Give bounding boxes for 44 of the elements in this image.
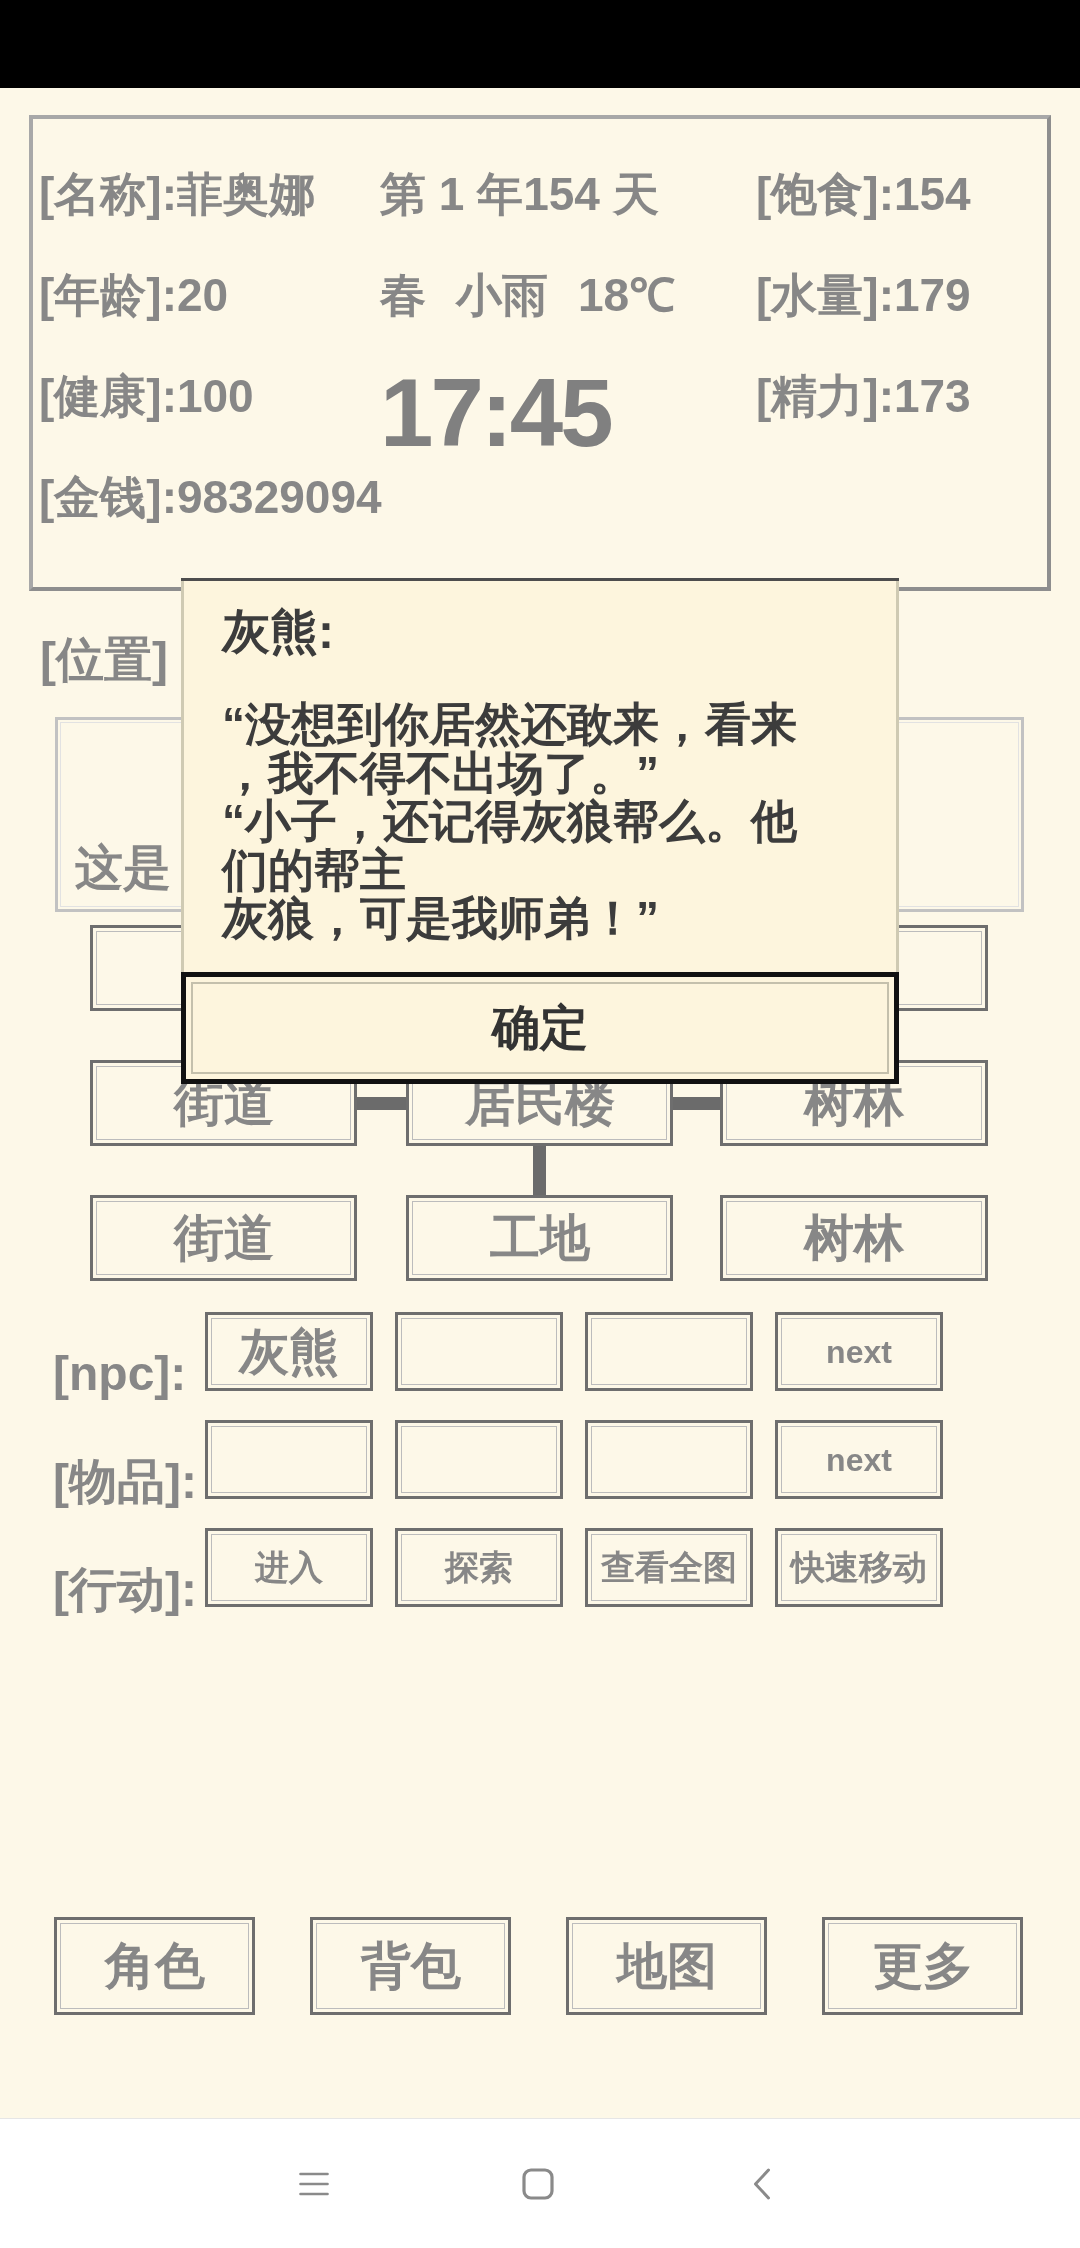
row-label: [npc]: — [53, 1346, 188, 1403]
action-button[interactable]: 查看全图 — [585, 1528, 753, 1607]
action-button[interactable]: 进入 — [205, 1528, 373, 1607]
confirm-button[interactable]: 确定 — [181, 971, 899, 1084]
map-location-button[interactable]: 树林 — [720, 1195, 988, 1281]
stat-text: [金钱]:98329094 — [39, 471, 382, 524]
action-button[interactable]: 探索 — [395, 1528, 563, 1607]
next-button[interactable]: next — [775, 1420, 943, 1499]
dialog-text: “小子，还记得灰狼帮么。他们的帮主 — [222, 797, 798, 894]
empty-slot[interactable] — [205, 1420, 373, 1499]
description-text: 这是 — [75, 840, 171, 897]
empty-slot[interactable] — [395, 1420, 563, 1499]
action-button[interactable]: 快速移动 — [775, 1528, 943, 1607]
row-label: [物品]: — [53, 1454, 198, 1511]
season-text: 春 — [380, 269, 426, 322]
menu-button[interactable]: 角色 — [54, 1917, 255, 2015]
menu-button[interactable]: 地图 — [566, 1917, 767, 2015]
stat-text: [健康]:100 — [39, 370, 254, 423]
stat-text: [饱食]:154 — [756, 168, 971, 221]
back-icon[interactable] — [753, 2167, 771, 2200]
menu-button[interactable]: 背包 — [310, 1917, 511, 2015]
date-text: 第 1 年154 天 — [380, 168, 659, 221]
stat-text: [水量]:179 — [756, 269, 971, 322]
clock-text: 17:45 — [380, 365, 611, 461]
menu-button[interactable]: 更多 — [822, 1917, 1023, 2015]
dialog-text: “没想到你居然还敢来，看来，我不得不出场了。” — [222, 700, 798, 797]
empty-slot[interactable] — [585, 1312, 753, 1391]
map-location-button[interactable]: 工地 — [406, 1195, 673, 1281]
speaker-name: 灰熊: — [222, 604, 334, 659]
next-button[interactable]: next — [775, 1312, 943, 1391]
stat-text: [年龄]:20 — [39, 269, 229, 322]
map-location-button[interactable]: 街道 — [90, 1195, 357, 1281]
square-icon[interactable] — [522, 2167, 554, 2200]
npc-slot-button[interactable]: 灰熊 — [205, 1312, 373, 1391]
location-label: [位置] — [40, 632, 168, 688]
dialog-text: 灰狼，可是我师弟！” — [222, 894, 660, 943]
empty-slot[interactable] — [395, 1312, 563, 1391]
weather-text: 小雨 — [456, 269, 548, 322]
menu-icon[interactable] — [299, 2171, 329, 2196]
empty-slot[interactable] — [585, 1420, 753, 1499]
row-label: [行动]: — [53, 1562, 198, 1619]
stat-text: [名称]:菲奥娜 — [39, 168, 315, 221]
temperature-text: 18℃ — [578, 269, 676, 322]
stat-text: [精力]:173 — [756, 370, 971, 423]
